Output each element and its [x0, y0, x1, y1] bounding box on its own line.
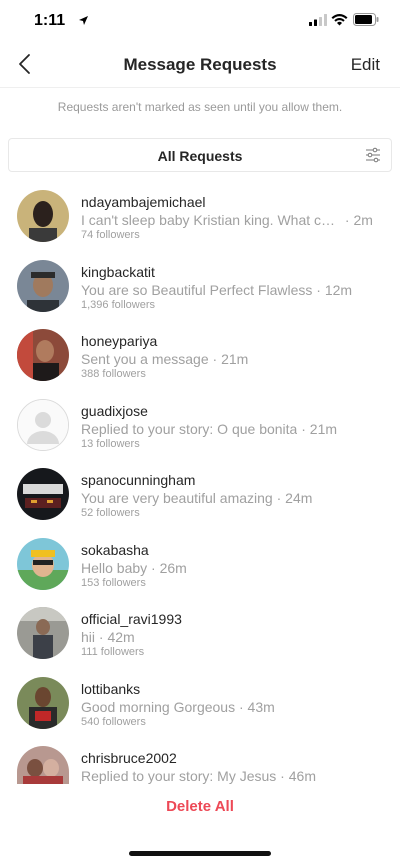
avatar[interactable]: [17, 676, 69, 729]
username: lottibanks: [81, 680, 141, 697]
delete-all-button[interactable]: Delete All: [0, 798, 400, 815]
list-item[interactable]: official_ravi1993 hii · 42m 111 follower…: [0, 600, 400, 670]
avatar[interactable]: [17, 329, 69, 381]
list-item[interactable]: lottibanks Good morning Gorgeous · 43m 5…: [0, 670, 400, 740]
home-indicator: [129, 851, 271, 856]
username: sokabasha: [81, 541, 149, 558]
message-preview: Replied to your story: My Jesus · 46m: [81, 768, 316, 784]
follower-count: 153 followers: [81, 576, 146, 589]
list-item[interactable]: ndayambajemichael I can't sleep baby Kri…: [0, 183, 400, 253]
list-item[interactable]: sokabasha Hello baby · 26m 153 followers: [0, 531, 400, 601]
list-item[interactable]: guadixjose Replied to your story: O que …: [0, 392, 400, 462]
follower-count: 52 followers: [81, 507, 140, 519]
follower-count: 13 followers: [81, 437, 140, 450]
message-preview: Sent you a message · 21m: [81, 351, 249, 367]
message-preview: I can't sleep baby Kristian king. What c…: [81, 212, 373, 228]
username: honeypariya: [81, 333, 158, 349]
requests-notice: Requests aren't marked as seen until you…: [57, 100, 343, 114]
follower-count: 540 followers: [81, 715, 146, 728]
filter-label: All Requests: [157, 148, 243, 164]
username: official_ravi1993: [81, 611, 182, 627]
status-time: 1:11: [34, 12, 66, 29]
filter-dropdown[interactable]: All Requests: [8, 138, 392, 172]
request-list: ndayambajemichael I can't sleep baby Kri…: [0, 183, 400, 809]
avatar[interactable]: [17, 607, 69, 659]
filter-sliders-icon[interactable]: [365, 147, 381, 163]
avatar[interactable]: [17, 190, 69, 242]
edit-button[interactable]: Edit: [351, 55, 380, 75]
avatar[interactable]: [17, 468, 69, 520]
nav-bar: Message Requests Edit: [0, 44, 400, 88]
username: kingbackatit: [81, 263, 155, 280]
list-item[interactable]: kingbackatit You are so Beautiful Perfec…: [0, 253, 400, 323]
avatar[interactable]: [17, 537, 69, 590]
username: spanocunningham: [81, 472, 196, 488]
battery-icon: [353, 13, 379, 26]
follower-count: 74 followers: [81, 229, 140, 241]
message-preview: You are so Beautiful Perfect Flawless · …: [81, 281, 353, 298]
follower-count: 1,396 followers: [81, 298, 155, 311]
status-bar: 1:11: [0, 0, 400, 44]
username: chrisbruce2002: [81, 750, 177, 766]
message-preview: Good morning Gorgeous · 43m: [81, 698, 275, 715]
message-preview: Replied to your story: O que bonita · 21…: [81, 420, 338, 437]
message-preview: hii · 42m: [81, 629, 135, 645]
location-arrow-icon: [79, 16, 88, 25]
wifi-icon: [331, 14, 348, 26]
signal-icon: [309, 14, 327, 26]
username: guadixjose: [81, 402, 148, 419]
follower-count: 388 followers: [81, 368, 146, 380]
username: ndayambajemichael: [81, 194, 206, 210]
avatar[interactable]: [17, 259, 69, 312]
list-item[interactable]: spanocunningham You are very beautiful a…: [0, 461, 400, 531]
message-preview: Hello baby · 26m: [81, 559, 187, 576]
avatar[interactable]: [17, 746, 69, 784]
page-title: Message Requests: [123, 55, 277, 74]
default-avatar-icon[interactable]: [17, 398, 69, 451]
message-preview: You are very beautiful amazing · 24m: [81, 490, 313, 506]
list-item[interactable]: honeypariya Sent you a message · 21m 388…: [0, 322, 400, 392]
follower-count: 111 followers: [81, 646, 145, 658]
